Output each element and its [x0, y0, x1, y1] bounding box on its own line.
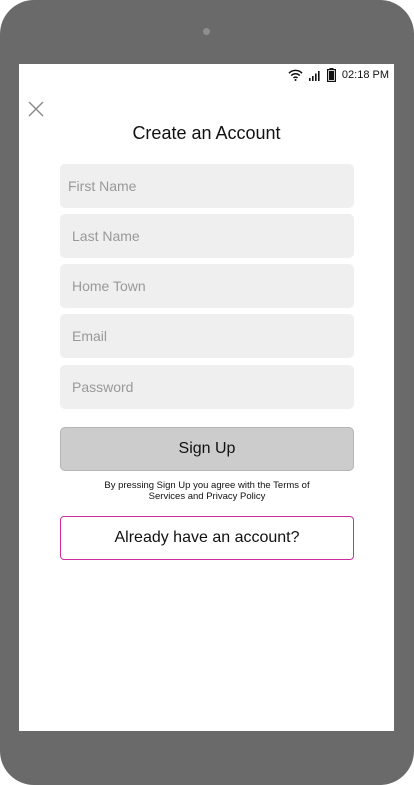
- screen: 02:18 PM Create an Account Sign Up By pr…: [19, 64, 394, 731]
- email-input[interactable]: [60, 314, 354, 358]
- home-town-input[interactable]: [60, 264, 354, 308]
- status-bar: 02:18 PM: [288, 66, 389, 84]
- signal-icon: [308, 69, 321, 81]
- battery-icon: [326, 68, 336, 82]
- status-time: 02:18 PM: [341, 69, 389, 81]
- page-title: Create an Account: [132, 123, 281, 143]
- camera-dot: [203, 28, 210, 35]
- wifi-icon: [288, 69, 303, 81]
- password-input[interactable]: [60, 365, 354, 409]
- last-name-input[interactable]: [60, 214, 354, 258]
- close-icon[interactable]: [28, 101, 44, 117]
- device-frame: 02:18 PM Create an Account Sign Up By pr…: [0, 0, 414, 785]
- first-name-input[interactable]: [60, 164, 354, 208]
- sign-up-button[interactable]: Sign Up: [60, 427, 354, 471]
- already-have-account-button[interactable]: Already have an account?: [60, 516, 354, 560]
- terms-text: By pressing Sign Up you agree with the T…: [104, 480, 310, 502]
